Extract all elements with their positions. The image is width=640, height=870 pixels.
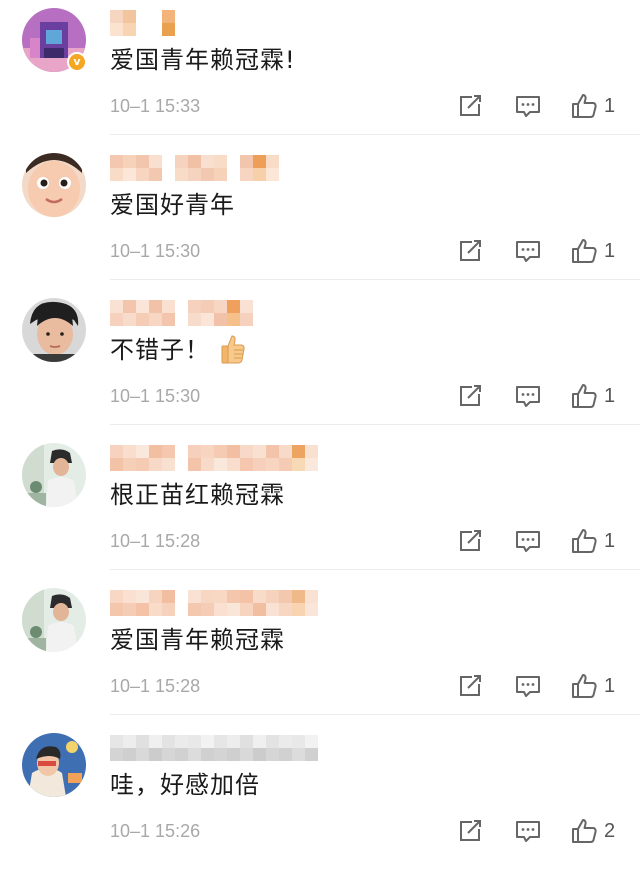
username-mosaic[interactable]	[110, 155, 279, 181]
comment-divider	[110, 134, 640, 135]
comment-bubble-icon[interactable]	[514, 382, 542, 410]
thumbs-up-icon[interactable]	[570, 382, 598, 410]
comment-divider	[110, 569, 640, 570]
user-avatar[interactable]	[22, 153, 86, 217]
comment-item: 爱国青年赖冠霖 10–1 15:28 1	[0, 580, 640, 725]
comment-divider	[110, 279, 640, 280]
share-edit-icon[interactable]	[456, 527, 484, 555]
thumbs-up-icon[interactable]	[570, 527, 598, 555]
user-avatar[interactable]	[22, 588, 86, 652]
comment-text: 不错子！	[110, 334, 246, 366]
like-count: 1	[604, 675, 616, 697]
like-count: 1	[604, 530, 616, 552]
comment-bubble-icon[interactable]	[514, 237, 542, 265]
username-mosaic[interactable]	[110, 300, 253, 326]
thumbs-up-icon[interactable]	[570, 237, 598, 265]
comment-divider	[110, 424, 640, 425]
like-count: 1	[604, 95, 616, 117]
thumbs-up-icon[interactable]	[570, 817, 598, 845]
username-mosaic[interactable]	[110, 590, 318, 616]
comment-bubble-icon[interactable]	[514, 672, 542, 700]
comment-timestamp: 10–1 15:30	[110, 241, 201, 261]
username-mosaic[interactable]	[110, 445, 318, 471]
comment-timestamp: 10–1 15:30	[110, 386, 201, 406]
comment-text: 爱国青年赖冠霖!	[110, 46, 296, 74]
share-edit-icon[interactable]	[456, 382, 484, 410]
thumbs-up-icon[interactable]	[570, 672, 598, 700]
thumbs-up-icon[interactable]	[570, 92, 598, 120]
comment-timestamp: 10–1 15:26	[110, 821, 201, 841]
user-avatar[interactable]	[22, 298, 86, 362]
comment-text: 根正苗红赖冠霖	[110, 481, 285, 509]
comment-text: 爱国青年赖冠霖	[110, 626, 285, 654]
verified-badge-icon: v	[67, 52, 87, 72]
comment-bubble-icon[interactable]	[514, 817, 542, 845]
comment-timestamp: 10–1 15:28	[110, 531, 201, 551]
thumbs-up-emoji-icon	[221, 335, 245, 364]
comment-divider	[110, 714, 640, 715]
share-edit-icon[interactable]	[456, 817, 484, 845]
comment-bubble-icon[interactable]	[514, 527, 542, 555]
comment-timestamp: 10–1 15:33	[110, 96, 201, 116]
comment-item: v 爱国青年赖冠霖! 10–1 15:33 1	[0, 0, 640, 145]
comment-item: 不错子！ 10–1 15:30 1	[0, 290, 640, 435]
comment-item: 根正苗红赖冠霖 10–1 15:28 1	[0, 435, 640, 580]
comment-item: 爱国好青年 10–1 15:30 1	[0, 145, 640, 290]
user-avatar[interactable]	[22, 443, 86, 507]
user-avatar[interactable]	[22, 733, 86, 797]
comment-item: 哇，好感加倍 10–1 15:26 2	[0, 725, 640, 870]
share-edit-icon[interactable]	[456, 92, 484, 120]
comment-text: 哇，好感加倍	[110, 771, 260, 799]
like-count: 2	[604, 820, 616, 842]
share-edit-icon[interactable]	[456, 672, 484, 700]
username-mosaic[interactable]	[110, 10, 175, 36]
comment-bubble-icon[interactable]	[514, 92, 542, 120]
comment-timestamp: 10–1 15:28	[110, 676, 201, 696]
username-mosaic[interactable]	[110, 735, 318, 761]
like-count: 1	[604, 385, 616, 407]
like-count: 1	[604, 240, 616, 262]
share-edit-icon[interactable]	[456, 237, 484, 265]
comment-text-body: 不错子！	[110, 336, 210, 364]
comment-text: 爱国好青年	[110, 191, 235, 219]
